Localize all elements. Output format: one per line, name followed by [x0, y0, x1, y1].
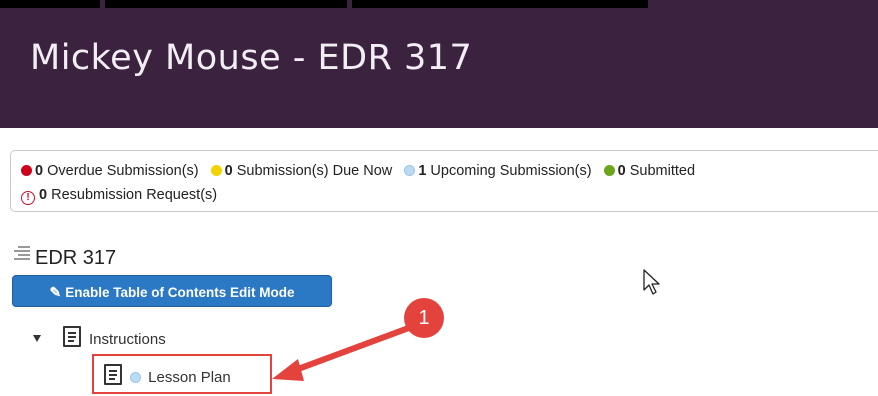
annotation-highlight-box [92, 354, 272, 394]
nav-segment [352, 0, 648, 8]
course-header: Mickey Mouse - EDR 317 [0, 10, 878, 128]
warning-icon: ! [21, 191, 35, 205]
page-title: Mickey Mouse - EDR 317 [30, 38, 473, 78]
status-dot-icon [21, 165, 32, 176]
toc-heading: EDR 317 [12, 244, 116, 270]
list-icon [12, 244, 30, 262]
document-icon [63, 326, 81, 347]
toc-item-instructions[interactable]: Instructions [33, 326, 166, 348]
status-line: ! 0 Resubmission Request(s) [21, 187, 225, 205]
nav-segment [105, 0, 347, 8]
annotation-step-badge: 1 [404, 298, 444, 338]
status-dot-icon [603, 165, 615, 176]
nav-segment [0, 0, 100, 8]
submitted-status: 0 Submitted [603, 163, 695, 179]
submission-status-panel: 0 Overdue Submission(s) 0 Submission(s) … [10, 150, 878, 212]
top-nav-strip [0, 0, 878, 10]
status-line: 0 Overdue Submission(s) 0 Submission(s) … [21, 163, 703, 179]
upcoming-status: 1 Upcoming Submission(s) [404, 163, 592, 179]
due-now-status: 0 Submission(s) Due Now [210, 163, 392, 179]
caret-down-icon[interactable] [33, 335, 41, 342]
status-dot-icon [210, 165, 222, 176]
enable-toc-edit-mode-button[interactable]: ✎ Enable Table of Contents Edit Mode [12, 275, 332, 307]
overdue-status: 0 Overdue Submission(s) [21, 163, 199, 179]
cursor-icon [643, 269, 660, 295]
toc-item-label[interactable]: Instructions [89, 331, 166, 348]
status-dot-icon [404, 165, 416, 176]
pencil-icon: ✎ [49, 284, 62, 300]
resubmission-status: ! 0 Resubmission Request(s) [21, 187, 217, 205]
arrow-icon [272, 323, 417, 381]
